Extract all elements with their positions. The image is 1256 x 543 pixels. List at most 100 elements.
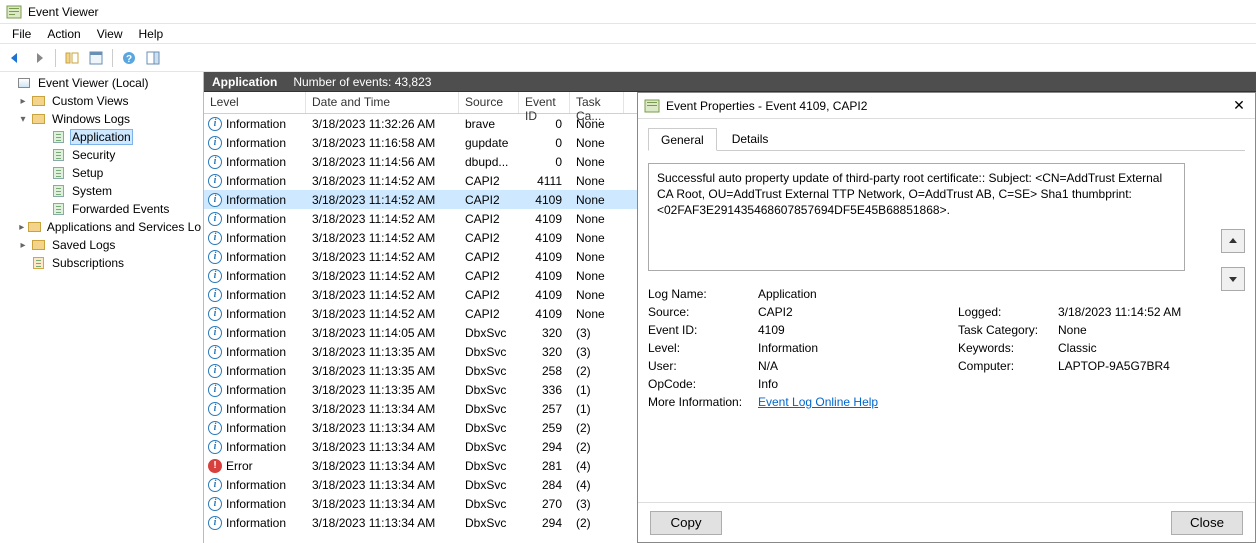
cell-source: dbupd... (459, 155, 519, 169)
cell-task: (2) (570, 440, 624, 454)
back-button[interactable] (4, 47, 26, 69)
copy-button[interactable]: Copy (650, 511, 722, 535)
col-eventid[interactable]: Event ID (519, 92, 570, 113)
next-event-button[interactable] (1221, 267, 1245, 291)
cell-task: (2) (570, 516, 624, 530)
value-eventid: 4109 (758, 323, 958, 337)
menu-file[interactable]: File (4, 25, 39, 43)
dialog-body: General Details Successful auto property… (638, 119, 1255, 502)
cell-level: Information (226, 364, 286, 378)
menu-help[interactable]: Help (131, 25, 172, 43)
dialog-footer: Copy Close (638, 502, 1255, 542)
toolbar-separator (112, 49, 113, 67)
cell-date: 3/18/2023 11:14:52 AM (306, 231, 459, 245)
label-logname: Log Name: (648, 287, 758, 301)
info-icon: i (208, 497, 222, 511)
cell-source: CAPI2 (459, 231, 519, 245)
cell-source: CAPI2 (459, 212, 519, 226)
col-date[interactable]: Date and Time (306, 92, 459, 113)
cell-source: DbxSvc (459, 478, 519, 492)
panel-toggle-button[interactable] (142, 47, 164, 69)
menu-bar: File Action View Help (0, 24, 1256, 44)
events-pane: Application Number of events: 43,823 Lev… (204, 72, 1256, 543)
events-header-title: Application (212, 75, 277, 89)
label-moreinfo: More Information: (648, 395, 758, 409)
tab-general[interactable]: General (648, 128, 717, 151)
cell-eventid: 270 (519, 497, 570, 511)
cell-task: (1) (570, 402, 624, 416)
folder-icon (30, 237, 46, 253)
expander-icon[interactable]: ▸ (16, 240, 30, 251)
cell-eventid: 284 (519, 478, 570, 492)
tree-subscriptions[interactable]: ▸ Subscriptions (0, 254, 203, 272)
tree-windows-logs[interactable]: ▾ Windows Logs (0, 110, 203, 128)
info-icon: i (208, 117, 222, 131)
dialog-titlebar[interactable]: Event Properties - Event 4109, CAPI2 ✕ (638, 93, 1255, 119)
col-source[interactable]: Source (459, 92, 519, 113)
cell-source: CAPI2 (459, 174, 519, 188)
properties-button[interactable] (85, 47, 107, 69)
label-eventid: Event ID: (648, 323, 758, 337)
cell-eventid: 0 (519, 117, 570, 131)
tree-label: Setup (70, 166, 105, 180)
expander-icon[interactable]: ▾ (16, 114, 30, 125)
value-user: N/A (758, 359, 958, 373)
event-viewer-icon (644, 98, 660, 114)
info-icon: i (208, 478, 222, 492)
info-icon: i (208, 440, 222, 454)
cell-level: Information (226, 421, 286, 435)
cell-level: Information (226, 402, 286, 416)
close-button[interactable]: Close (1171, 511, 1243, 535)
tree-saved-logs[interactable]: ▸ Saved Logs (0, 236, 203, 254)
value-computer: LAPTOP-9A5G7BR4 (1058, 359, 1248, 373)
cell-eventid: 4109 (519, 193, 570, 207)
show-tree-button[interactable] (61, 47, 83, 69)
main-area: ▸ Event Viewer (Local) ▸ Custom Views ▾ … (0, 72, 1256, 543)
navigation-tree[interactable]: ▸ Event Viewer (Local) ▸ Custom Views ▾ … (0, 72, 204, 543)
expander-icon[interactable]: ▸ (16, 96, 30, 107)
expander-icon[interactable]: ▸ (16, 222, 28, 233)
cell-source: DbxSvc (459, 497, 519, 511)
tree-system[interactable]: ▸ System (0, 182, 203, 200)
info-icon: i (208, 250, 222, 264)
cell-date: 3/18/2023 11:14:05 AM (306, 326, 459, 340)
label-source: Source: (648, 305, 758, 319)
menu-action[interactable]: Action (39, 25, 88, 43)
tree-application[interactable]: ▸ Application (0, 128, 203, 146)
cell-source: DbxSvc (459, 345, 519, 359)
cell-level: Information (226, 212, 286, 226)
cell-eventid: 281 (519, 459, 570, 473)
tree-setup[interactable]: ▸ Setup (0, 164, 203, 182)
tree-security[interactable]: ▸ Security (0, 146, 203, 164)
tree-forwarded-events[interactable]: ▸ Forwarded Events (0, 200, 203, 218)
cell-date: 3/18/2023 11:13:35 AM (306, 383, 459, 397)
col-level[interactable]: Level (204, 92, 306, 113)
cell-level: Information (226, 307, 286, 321)
cell-task: None (570, 155, 624, 169)
more-info-link[interactable]: Event Log Online Help (758, 395, 878, 409)
tree-apps-services[interactable]: ▸ Applications and Services Lo (0, 218, 203, 236)
prev-event-button[interactable] (1221, 229, 1245, 253)
cell-eventid: 0 (519, 155, 570, 169)
help-button[interactable]: ? (118, 47, 140, 69)
cell-source: DbxSvc (459, 402, 519, 416)
col-task[interactable]: Task Ca... (570, 92, 624, 113)
tree-root[interactable]: ▸ Event Viewer (Local) (0, 74, 203, 92)
menu-view[interactable]: View (89, 25, 131, 43)
cell-source: CAPI2 (459, 288, 519, 302)
window-title: Event Viewer (28, 5, 98, 19)
cell-source: CAPI2 (459, 250, 519, 264)
svg-text:?: ? (126, 54, 132, 65)
close-icon[interactable]: ✕ (1229, 97, 1249, 114)
tree-custom-views[interactable]: ▸ Custom Views (0, 92, 203, 110)
cell-date: 3/18/2023 11:14:52 AM (306, 307, 459, 321)
info-icon: i (208, 364, 222, 378)
forward-button[interactable] (28, 47, 50, 69)
tree-label: Security (70, 148, 117, 162)
cell-date: 3/18/2023 11:13:34 AM (306, 421, 459, 435)
cell-source: brave (459, 117, 519, 131)
cell-eventid: 320 (519, 345, 570, 359)
event-message[interactable]: Successful auto property update of third… (648, 163, 1185, 271)
cell-eventid: 320 (519, 326, 570, 340)
tab-details[interactable]: Details (719, 127, 782, 150)
